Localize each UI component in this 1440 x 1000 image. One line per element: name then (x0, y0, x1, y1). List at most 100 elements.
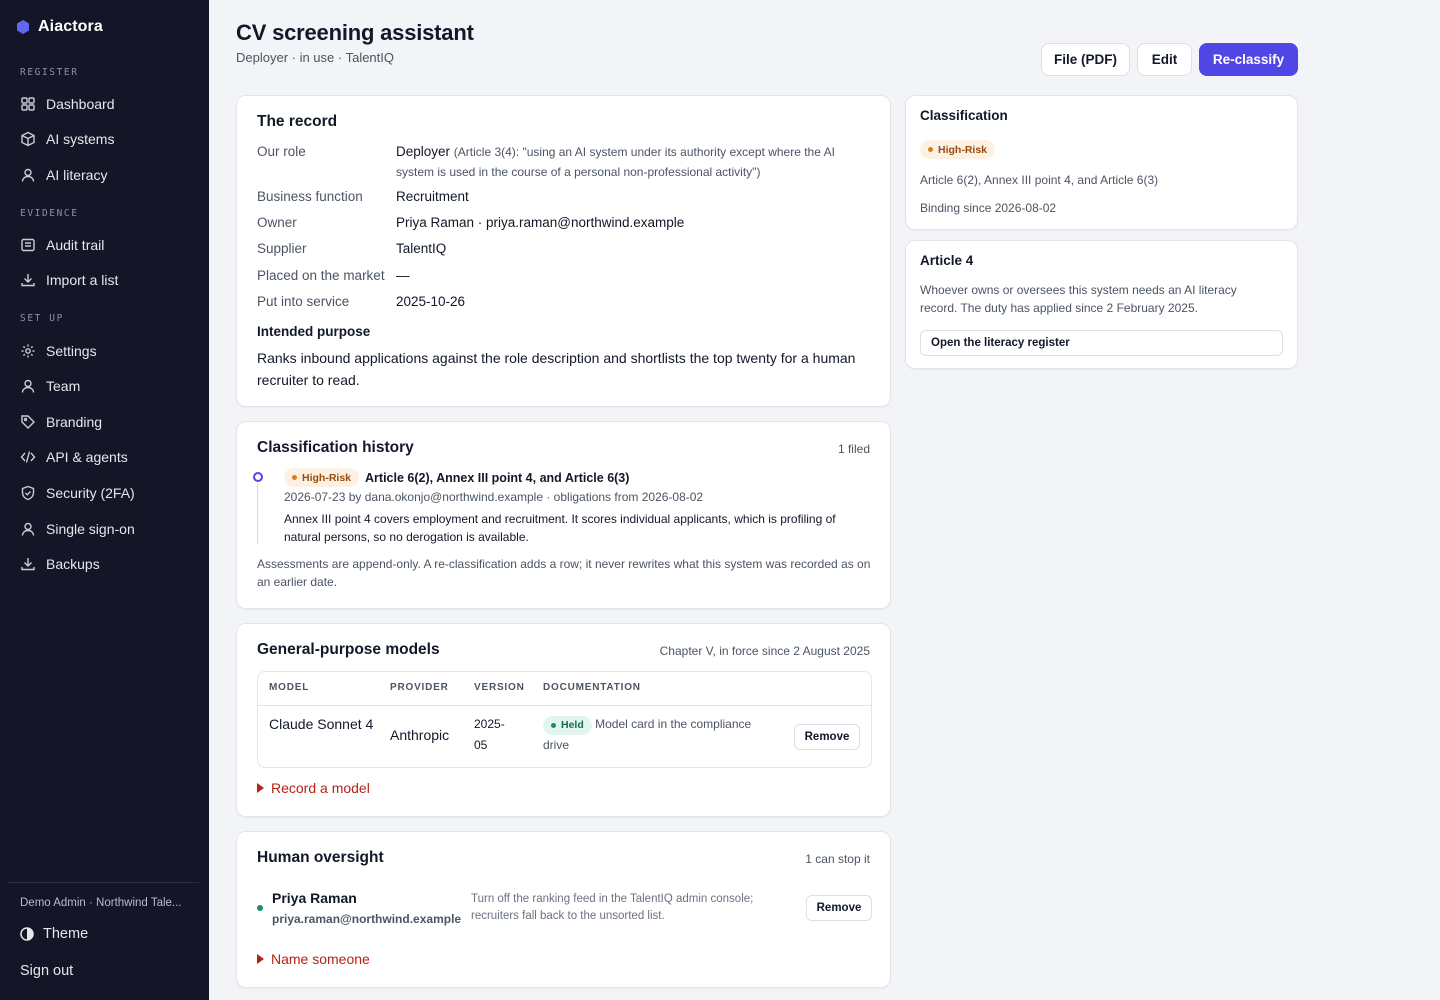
user-icon (21, 379, 35, 393)
sidebar-item-api-agents[interactable]: API & agents (12, 441, 198, 473)
model-version: 2025-05 (474, 717, 505, 752)
disclosure-triangle-icon (257, 954, 264, 964)
field-label: Placed on the market (257, 268, 385, 283)
sidebar-item-label: Import a list (46, 272, 119, 288)
badge-label: High-Risk (938, 143, 988, 156)
sidebar-item-sso[interactable]: Single sign-on (12, 513, 198, 545)
sidebar-item-label: AI systems (46, 131, 115, 147)
theme-label: Theme (43, 926, 89, 942)
sidebar-item-team[interactable]: Team (12, 370, 198, 402)
contrast-icon (20, 927, 34, 941)
record-model-toggle[interactable]: Record a model (257, 780, 370, 796)
classification-basis: Article 6(2), Annex III point 4, and Art… (920, 173, 1159, 187)
table-divider (258, 705, 871, 706)
models-meta: Chapter V, in force since 2 August 2025 (659, 644, 870, 658)
sidebar-item-dashboard[interactable]: Dashboard (12, 88, 198, 120)
box-icon (21, 131, 35, 147)
column-header: VERSION (474, 682, 525, 693)
classification-badge-wrap: High-Risk (920, 139, 996, 159)
code-icon (20, 451, 36, 463)
sidebar-item-label: Backups (46, 556, 100, 572)
risk-badge: High-Risk (284, 468, 360, 487)
brand-name: Aiactora (38, 18, 103, 35)
sidebar-item-label: Team (46, 378, 81, 394)
name-someone-label: Name someone (271, 951, 370, 967)
sidebar-item-label: API & agents (46, 449, 128, 465)
list-icon (21, 238, 35, 252)
record-card: The record Our role Deployer (Article 3(… (236, 95, 891, 407)
oversight-card: Human oversight 1 can stop it Priya Rama… (236, 831, 891, 988)
role-value: Deployer (Article 3(4): "using an AI sys… (396, 142, 866, 182)
open-literacy-register-button[interactable]: Open the literacy register (920, 330, 1283, 356)
timeline-dot (253, 472, 263, 482)
sidebar-item-label: Branding (46, 414, 103, 430)
sidebar: Aiactora REGISTER Dashboard AI systems A… (0, 0, 209, 1000)
sidebar-item-security[interactable]: Security (2FA) (12, 477, 198, 509)
classification-title: Classification (920, 108, 1008, 123)
column-header: MODEL (269, 682, 310, 693)
field-value: 2025-10-26 (396, 294, 466, 309)
account-label: Demo Admin · Northwind Tale... (20, 897, 182, 909)
sidebar-item-branding[interactable]: Branding (12, 406, 198, 438)
field-value: TalentIQ (396, 241, 447, 256)
column-header: PROVIDER (390, 682, 449, 693)
tag-icon (21, 415, 35, 429)
badge-label: High-Risk (302, 471, 352, 484)
article4-card: Article 4 Whoever owns or oversees this … (905, 240, 1298, 369)
remove-overseer-button[interactable]: Remove (806, 895, 872, 921)
user-icon (21, 522, 35, 536)
theme-toggle[interactable]: Theme (20, 926, 88, 942)
field-label: Supplier (257, 241, 307, 256)
sidebar-item-label: Audit trail (46, 237, 105, 253)
model-name: Claude Sonnet 4 (269, 716, 374, 732)
models-table: MODEL PROVIDER VERSION DOCUMENTATION Cla… (257, 671, 872, 768)
sidebar-item-settings[interactable]: Settings (12, 335, 198, 367)
history-meta: 2026-07-23 by dana.okonjo@northwind.exam… (284, 490, 704, 504)
overseer-name: Priya Raman (272, 890, 357, 906)
field-value: Priya Raman · priya.raman@northwind.exam… (396, 215, 685, 230)
overseer-email: priya.raman@northwind.example (272, 912, 462, 926)
reclassify-button[interactable]: Re-classify (1199, 43, 1298, 76)
sidebar-item-backups[interactable]: Backups (12, 548, 198, 580)
sign-out-link[interactable]: Sign out (20, 963, 73, 979)
page-subtitle: Deployer · in use · TalentIQ (236, 50, 394, 65)
history-title: Classification history (257, 439, 414, 456)
model-provider: Anthropic (390, 727, 450, 743)
history-count: 1 filed (837, 442, 870, 456)
sidebar-item-label: Security (2FA) (46, 485, 135, 501)
name-someone-toggle[interactable]: Name someone (257, 951, 370, 967)
sidebar-item-import-list[interactable]: Import a list (12, 264, 198, 296)
field-value: — (396, 268, 410, 283)
grid-icon (21, 97, 35, 111)
classification-binding: Binding since 2026-08-02 (920, 201, 1057, 215)
brand[interactable]: Aiactora (16, 18, 103, 36)
status-dot (257, 905, 263, 911)
sidebar-divider (8, 882, 199, 883)
disclosure-triangle-icon (257, 783, 264, 793)
purpose-title: Intended purpose (257, 324, 371, 339)
field-value: Recruitment (396, 189, 469, 204)
remove-model-button[interactable]: Remove (794, 724, 860, 750)
sidebar-item-ai-literacy[interactable]: AI literacy (12, 159, 198, 191)
edit-button[interactable]: Edit (1137, 43, 1192, 76)
badge-label: Held (561, 719, 584, 731)
model-documentation: Held Model card in the compliance drive (543, 714, 773, 756)
held-badge: Held (543, 716, 592, 735)
sidebar-item-audit-trail[interactable]: Audit trail (12, 229, 198, 261)
sidebar-item-ai-systems[interactable]: AI systems (12, 123, 198, 155)
download-icon (21, 274, 35, 287)
oversight-title: Human oversight (257, 849, 384, 866)
status-dot (928, 147, 933, 152)
file-pdf-button[interactable]: File (PDF) (1041, 43, 1130, 76)
nav-group-register: REGISTER (20, 67, 79, 78)
risk-badge: High-Risk (920, 140, 996, 159)
status-dot (292, 475, 297, 480)
purpose-text: Ranks inbound applications against the r… (257, 350, 856, 388)
shield-icon (21, 485, 35, 501)
role-label: Our role (257, 144, 306, 159)
article4-text: Whoever owns or oversees this system nee… (920, 283, 1237, 315)
sidebar-item-label: Settings (46, 343, 97, 359)
history-rationale: Annex III point 4 covers employment and … (284, 512, 836, 544)
overseer-note: Turn off the ranking feed in the TalentI… (471, 893, 754, 922)
role-name: Deployer (396, 144, 451, 159)
